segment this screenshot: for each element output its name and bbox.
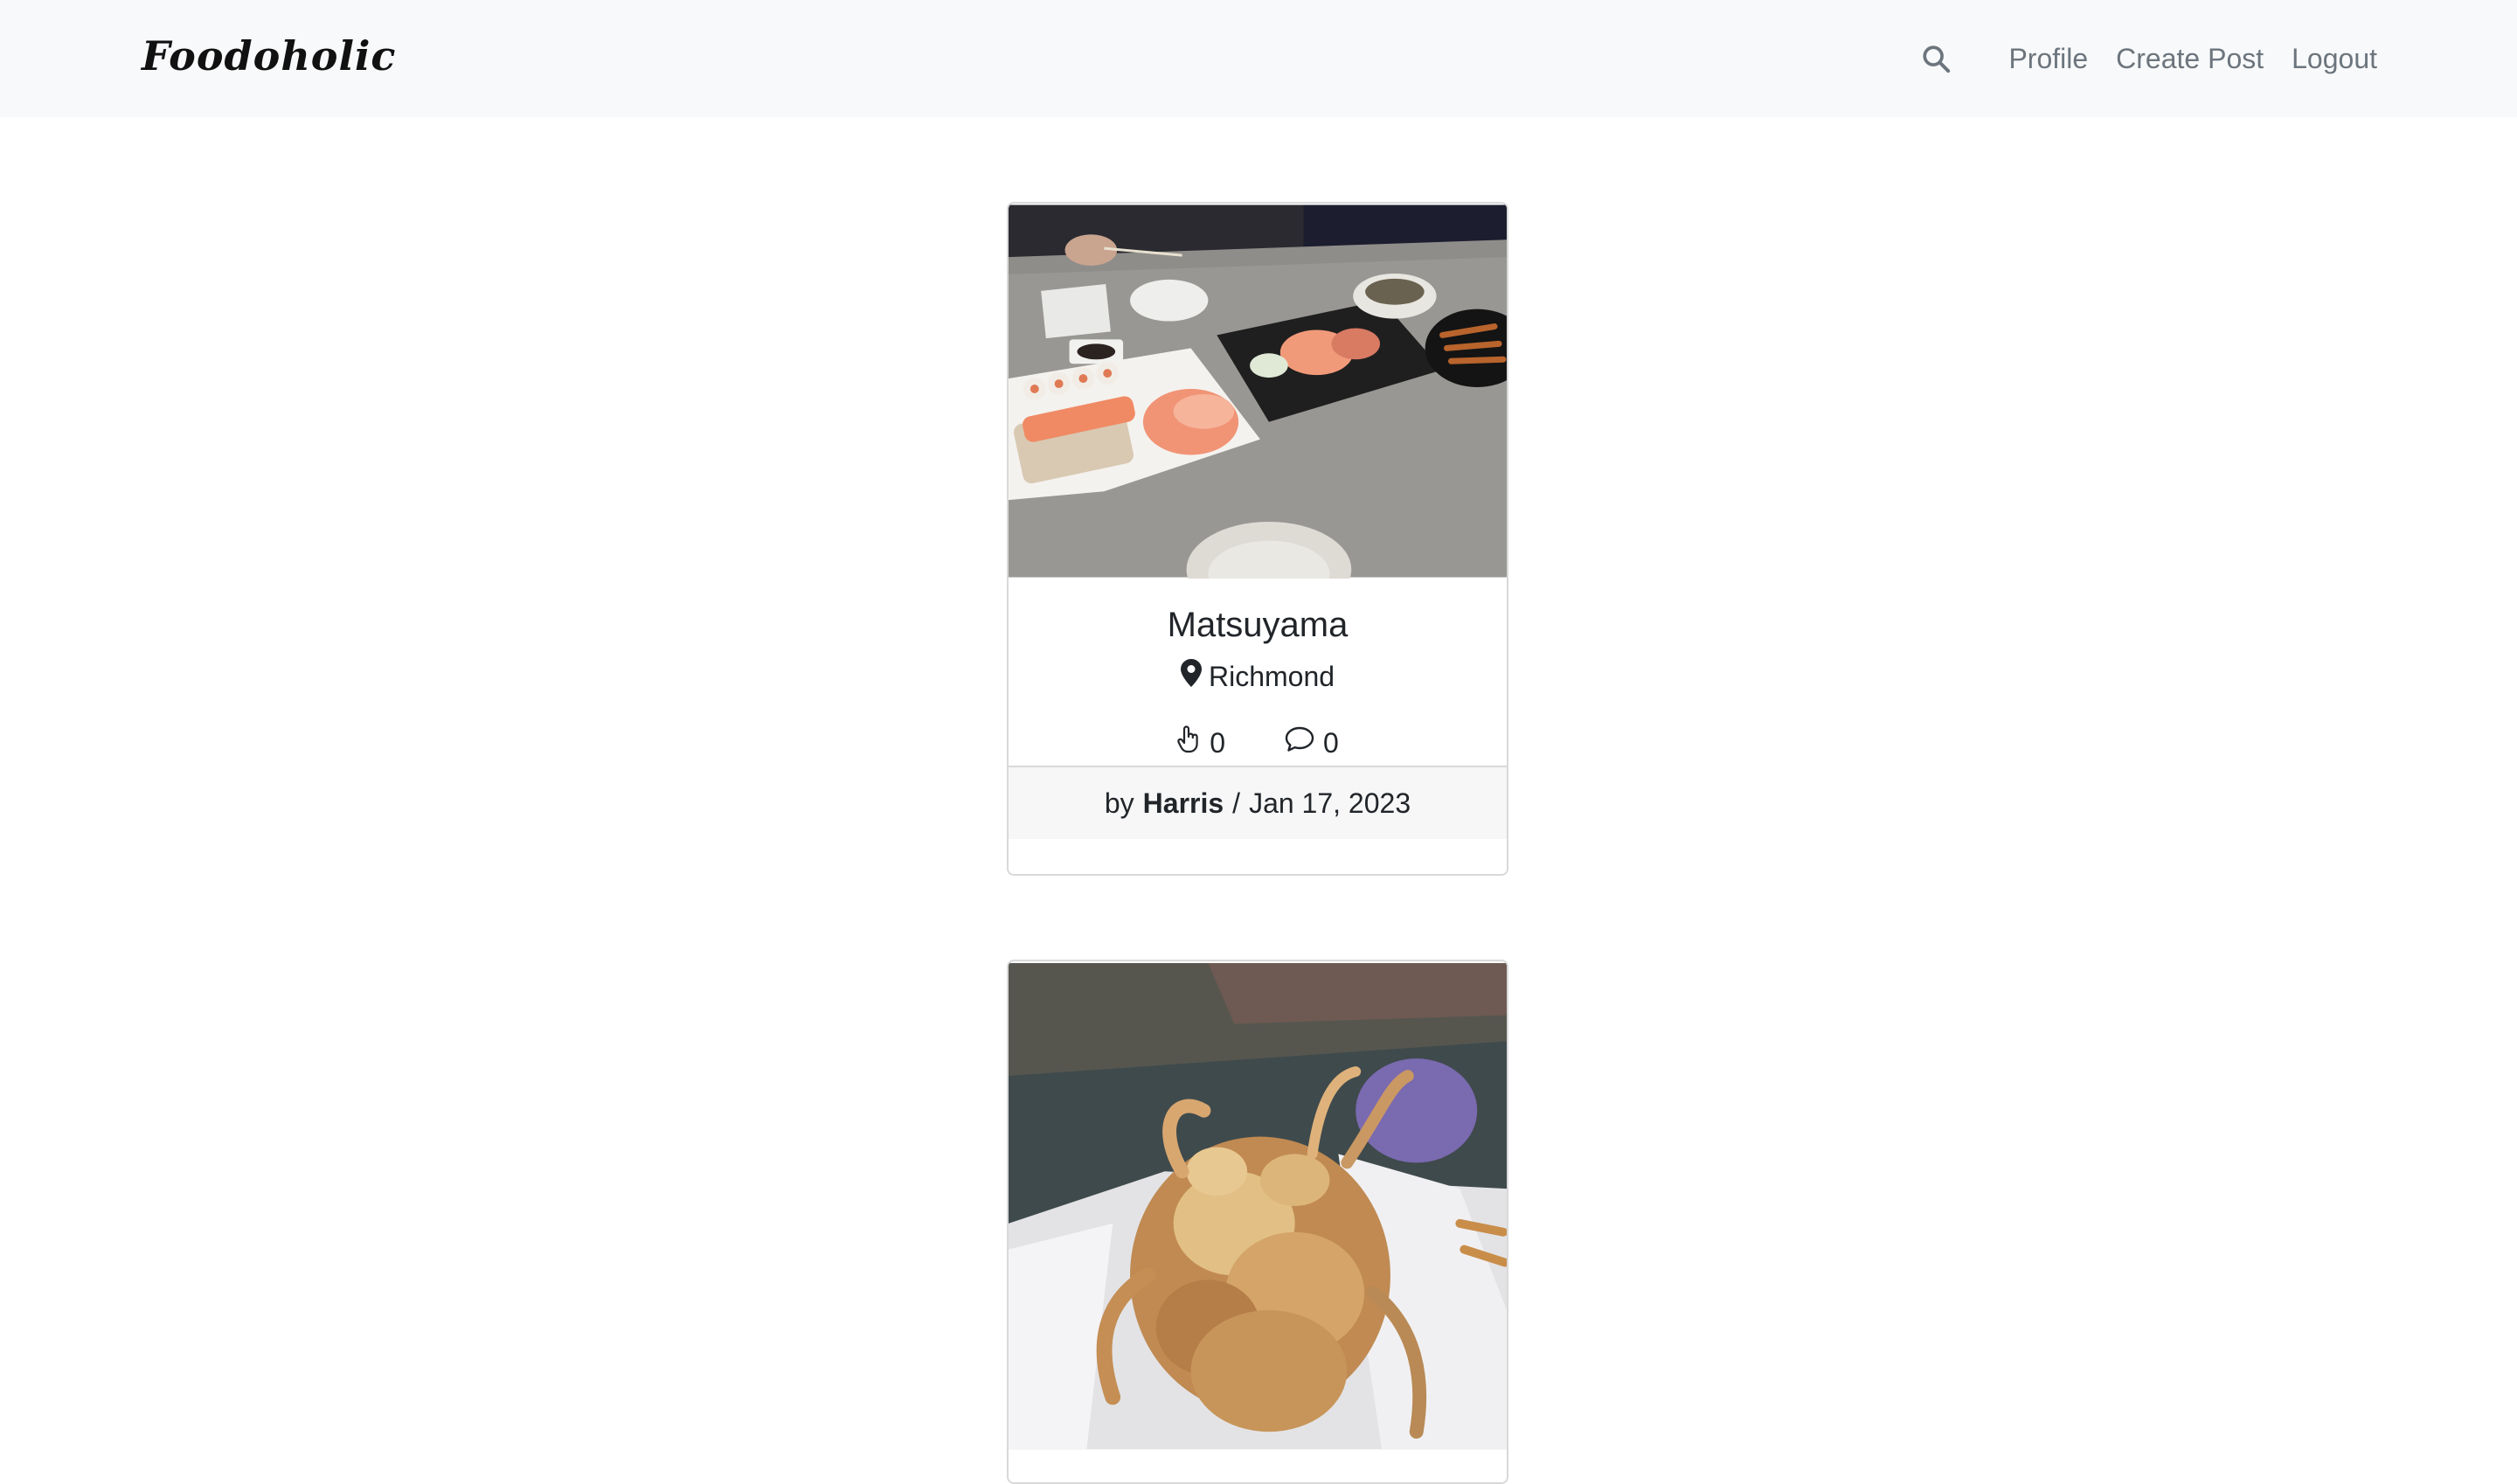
brand-logo[interactable]: Foodoholic bbox=[142, 30, 396, 82]
post-card[interactable] bbox=[1007, 960, 1508, 1484]
post-author[interactable]: Harris bbox=[1143, 787, 1224, 820]
post-date: Jan 17, 2023 bbox=[1249, 787, 1411, 819]
nav-link-logout[interactable]: Logout bbox=[2292, 43, 2377, 75]
post-location-label: Richmond bbox=[1208, 660, 1335, 692]
date-separator: / bbox=[1232, 787, 1241, 819]
map-pin-icon bbox=[1180, 659, 1202, 694]
post-card-body: Matsuyama Richmond 0 0 bbox=[1009, 579, 1507, 766]
post-card-footer: by Harris / Jan 17, 2023 bbox=[1009, 766, 1507, 839]
post-location: Richmond bbox=[1009, 659, 1507, 694]
like-count: 0 bbox=[1210, 726, 1225, 759]
post-stats: 0 0 bbox=[1009, 725, 1507, 760]
like-stat[interactable]: 0 bbox=[1176, 725, 1225, 760]
post-title[interactable]: Matsuyama bbox=[1009, 605, 1507, 645]
comment-count: 0 bbox=[1323, 726, 1339, 759]
comment-icon[interactable] bbox=[1285, 726, 1314, 759]
by-label: by bbox=[1104, 787, 1134, 819]
nav-menu: Profile Create Post Logout bbox=[1917, 0, 2377, 117]
navbar: Foodoholic Profile Create Post Logout bbox=[0, 0, 2517, 117]
nav-link-create-post[interactable]: Create Post bbox=[2116, 43, 2264, 75]
post-image[interactable] bbox=[1009, 961, 1507, 1451]
post-image[interactable] bbox=[1009, 204, 1507, 579]
comment-stat[interactable]: 0 bbox=[1285, 726, 1339, 759]
hand-pointer-icon[interactable] bbox=[1176, 725, 1201, 760]
nav-link-profile[interactable]: Profile bbox=[2008, 43, 2088, 75]
post-card[interactable]: Matsuyama Richmond 0 0 by Harris / Jan 1… bbox=[1007, 202, 1508, 876]
search-icon[interactable] bbox=[1917, 40, 1954, 77]
